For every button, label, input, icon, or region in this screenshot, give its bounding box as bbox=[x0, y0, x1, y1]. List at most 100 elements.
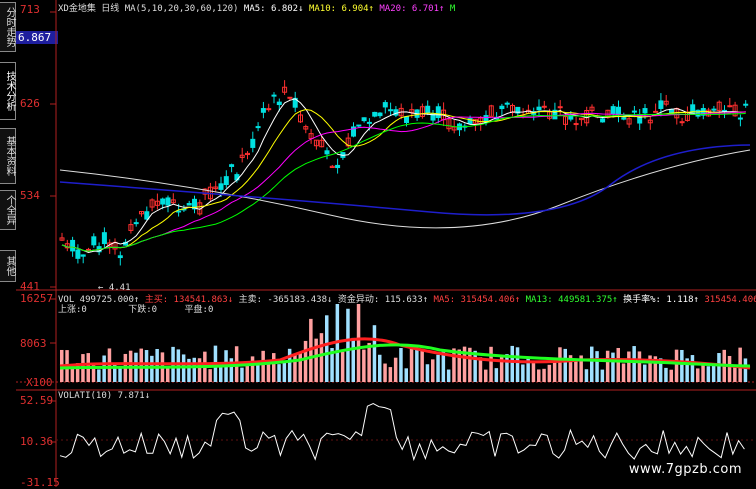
candle-body bbox=[324, 150, 330, 155]
candle-body bbox=[133, 222, 139, 225]
candle-body bbox=[573, 123, 579, 126]
volume-bar bbox=[632, 346, 636, 382]
volume-bar bbox=[277, 364, 281, 382]
volume-bar bbox=[457, 349, 461, 382]
candle-body bbox=[160, 198, 166, 205]
candle-body bbox=[631, 110, 637, 113]
candlestick-series bbox=[59, 80, 749, 266]
volume-bar bbox=[166, 367, 170, 382]
volume-bar bbox=[314, 338, 318, 382]
candle-body bbox=[727, 105, 733, 108]
volume-bar bbox=[425, 364, 430, 382]
candle-body bbox=[377, 112, 383, 117]
fund-value: 资金异动: 115.633↑ bbox=[337, 295, 429, 305]
volume-bar bbox=[478, 357, 483, 382]
candle-body bbox=[616, 106, 621, 116]
flat-count: 平盘:0 bbox=[184, 305, 214, 315]
volume-bar bbox=[584, 369, 589, 382]
ma30-line bbox=[61, 113, 746, 252]
volume-bar bbox=[436, 354, 440, 382]
candle-body bbox=[658, 100, 664, 109]
volume-bar bbox=[256, 363, 260, 382]
volume-bar bbox=[489, 346, 493, 382]
volume-bar bbox=[282, 360, 287, 382]
volume-bar bbox=[319, 333, 324, 382]
volume-bar bbox=[362, 349, 366, 382]
volume-bar bbox=[367, 342, 371, 382]
volume-bar bbox=[711, 364, 716, 382]
candle-body bbox=[435, 106, 441, 119]
ma5-value: MA5: 6.802↓ bbox=[243, 4, 304, 14]
candle-body bbox=[91, 236, 97, 246]
volume-bar bbox=[356, 304, 361, 382]
volume-bar bbox=[600, 369, 605, 382]
candle-body bbox=[165, 197, 171, 206]
volume-bar bbox=[717, 353, 721, 382]
candle-body bbox=[382, 102, 388, 108]
volume-bar bbox=[627, 351, 631, 382]
candle-body bbox=[536, 106, 542, 111]
volume-bar bbox=[219, 366, 223, 382]
breadth-header: 上涨:0 下跌:0 平盘:0 bbox=[58, 302, 213, 315]
ma10-value: MA10: 6.904↑ bbox=[308, 4, 374, 14]
volume-bar bbox=[547, 364, 552, 382]
candle-body bbox=[404, 116, 409, 124]
volume-bar bbox=[674, 349, 679, 382]
volume-bar bbox=[537, 369, 541, 382]
volume-bar bbox=[690, 355, 695, 382]
volume-bar bbox=[325, 315, 329, 382]
candle-body bbox=[737, 117, 743, 120]
volume-bar bbox=[643, 364, 647, 382]
candle-body bbox=[75, 249, 81, 259]
down-count: 下跌:0 bbox=[128, 305, 158, 315]
candle-body bbox=[621, 117, 627, 120]
volume-bar bbox=[139, 348, 143, 382]
candle-body bbox=[679, 121, 685, 124]
candle-body bbox=[186, 203, 192, 206]
volume-bar bbox=[155, 349, 159, 382]
volume-bar bbox=[446, 369, 451, 382]
volume-bar bbox=[97, 369, 101, 382]
volume-bar bbox=[558, 347, 562, 382]
volume-bar bbox=[494, 368, 499, 382]
candle-body bbox=[218, 183, 224, 190]
volume-bar bbox=[113, 362, 117, 382]
candle-body bbox=[229, 164, 235, 167]
candle-body bbox=[600, 118, 606, 123]
turnover-value: 换手率%: 1.118↑ bbox=[623, 295, 699, 305]
watermark: www.7gpzb.com bbox=[628, 462, 742, 477]
volume-bar bbox=[542, 368, 546, 382]
candle-body bbox=[70, 239, 76, 252]
volume-bar bbox=[552, 360, 557, 382]
volume-bar bbox=[298, 351, 302, 382]
volume-bar bbox=[293, 353, 297, 382]
volume-bar bbox=[266, 363, 271, 382]
ma-params: MA(5,10,20,30,60,120) bbox=[124, 4, 239, 14]
volume-bar bbox=[727, 355, 732, 382]
volume-bar bbox=[574, 359, 578, 382]
volume-bar bbox=[521, 364, 525, 382]
volume-bar bbox=[272, 353, 276, 382]
candle-body bbox=[260, 108, 266, 113]
price-header: XD金地集 日线 MA(5,10,20,30,60,120) MA5: 6.80… bbox=[58, 1, 455, 14]
volume-bar bbox=[701, 363, 705, 382]
candle-body bbox=[356, 124, 362, 127]
volume-bar bbox=[669, 369, 673, 382]
volume-bar bbox=[240, 367, 244, 382]
ma-m-value: M bbox=[449, 4, 456, 14]
candle-body bbox=[223, 176, 229, 186]
volume-bar bbox=[484, 369, 488, 382]
ma20-line bbox=[61, 111, 746, 252]
volume-bar bbox=[743, 358, 748, 382]
candle-body bbox=[144, 211, 150, 220]
vol-ma13-value: MA13: 449581.375↑ bbox=[525, 295, 618, 305]
vol-extra-value: 315454.406↑ bbox=[704, 295, 756, 305]
volume-bar bbox=[388, 367, 393, 382]
volume-bar bbox=[605, 350, 610, 382]
volume-bar bbox=[378, 354, 382, 382]
candle-body bbox=[711, 108, 717, 111]
volume-bar bbox=[70, 367, 75, 382]
ma60-line bbox=[59, 149, 751, 229]
volume-bar bbox=[404, 368, 408, 382]
volume-bar bbox=[611, 352, 615, 382]
